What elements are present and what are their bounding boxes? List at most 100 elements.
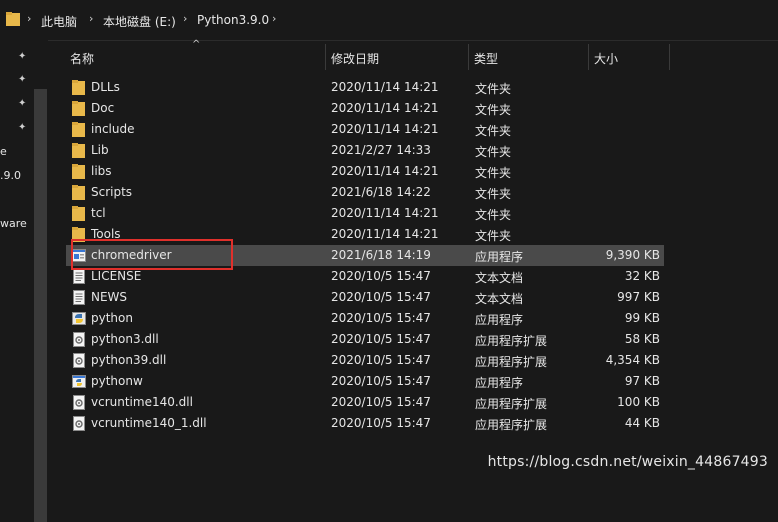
- file-type: 应用程序: [475, 250, 524, 264]
- file-name: libs: [91, 164, 112, 178]
- breadcrumb-this-pc[interactable]: 此电脑: [41, 13, 77, 30]
- file-row[interactable]: vcruntime140_1.dll 2020/10/5 15:47 应用程序扩展 4…: [66, 413, 664, 434]
- breadcrumb-drive[interactable]: 本地磁盘 (E:): [103, 13, 176, 30]
- file-row[interactable]: python 2020/10/5 15:47 应用程序 99 KB: [66, 308, 664, 329]
- file-type: 应用程序扩展: [475, 355, 548, 369]
- file-type: 应用程序扩展: [475, 397, 548, 411]
- sort-ascending-icon: ^: [192, 39, 201, 50]
- file-size: 97 KB: [624, 374, 660, 388]
- text-document-icon: [73, 290, 85, 305]
- column-divider[interactable]: [588, 44, 589, 70]
- folder-icon: [72, 164, 85, 179]
- file-date: 2021/2/27 14:33: [331, 143, 431, 157]
- address-bar[interactable]: › 此电脑 › 本地磁盘 (E:) › Python3.9.0 ›: [0, 0, 778, 41]
- column-header: ^ 名称 修改日期 类型 大小: [62, 39, 672, 72]
- file-date: 2020/10/5 15:47: [331, 416, 431, 430]
- file-type: 文件夹: [475, 166, 512, 180]
- file-row[interactable]: DLLs 2020/11/14 14:21 文件夹: [66, 77, 664, 98]
- file-size: 9,390 KB: [605, 248, 660, 262]
- file-row[interactable]: NEWS 2020/10/5 15:47 文本文档 997 KB: [66, 287, 664, 308]
- pin-icon[interactable]: ✦: [18, 51, 30, 63]
- pythonw-icon: [72, 375, 86, 388]
- file-type: 文本文档: [475, 292, 524, 306]
- dll-file-icon: [73, 416, 85, 431]
- file-date: 2020/10/5 15:47: [331, 353, 431, 367]
- file-date: 2020/11/14 14:21: [331, 206, 439, 220]
- dll-file-icon: [73, 332, 85, 347]
- file-row[interactable]: chromedriver 2021/6/18 14:19 应用程序 9,390 KB: [66, 245, 664, 266]
- file-row[interactable]: include 2020/11/14 14:21 文件夹: [66, 119, 664, 140]
- file-row[interactable]: python39.dll 2020/10/5 15:47 应用程序扩展 4,354 K…: [66, 350, 664, 371]
- breadcrumb-folder[interactable]: Python3.9.0: [197, 13, 269, 27]
- folder-icon: [72, 101, 85, 116]
- file-type: 文件夹: [475, 187, 512, 201]
- file-type: 文件夹: [475, 145, 512, 159]
- chevron-right-icon: ›: [89, 12, 94, 25]
- file-name: NEWS: [91, 290, 128, 304]
- column-date[interactable]: 修改日期: [331, 50, 379, 67]
- file-name: LICENSE: [91, 269, 142, 283]
- file-date: 2020/10/5 15:47: [331, 395, 431, 409]
- column-name[interactable]: 名称: [70, 50, 94, 67]
- navigation-pane: ✦ ✦ ✦ ✦ e .9.0 ware: [0, 40, 48, 522]
- file-row[interactable]: Tools 2020/11/14 14:21 文件夹: [66, 224, 664, 245]
- column-size[interactable]: 大小: [594, 50, 618, 67]
- nav-item-label[interactable]: e: [0, 145, 7, 158]
- file-row[interactable]: pythonw 2020/10/5 15:47 应用程序 97 KB: [66, 371, 664, 392]
- folder-icon: [72, 143, 85, 158]
- column-divider[interactable]: [669, 44, 670, 70]
- dll-file-icon: [73, 353, 85, 368]
- folder-icon: [72, 185, 85, 200]
- file-name: vcruntime140.dll: [91, 395, 193, 409]
- file-name: include: [91, 122, 135, 136]
- file-type: 文件夹: [475, 82, 512, 96]
- nav-item-label[interactable]: .9.0: [0, 169, 21, 182]
- file-type: 应用程序扩展: [475, 418, 548, 432]
- folder-icon: [72, 80, 85, 95]
- file-row[interactable]: Doc 2020/11/14 14:21 文件夹: [66, 98, 664, 119]
- file-date: 2020/10/5 15:47: [331, 332, 431, 346]
- file-date: 2020/10/5 15:47: [331, 374, 431, 388]
- file-name: pythonw: [91, 374, 143, 388]
- file-date: 2020/10/5 15:47: [331, 290, 431, 304]
- file-type: 文件夹: [475, 229, 512, 243]
- application-icon: [72, 249, 86, 262]
- folder-icon: [72, 122, 85, 137]
- file-name: python3.dll: [91, 332, 159, 346]
- file-row[interactable]: tcl 2020/11/14 14:21 文件夹: [66, 203, 664, 224]
- pin-icon[interactable]: ✦: [18, 74, 30, 86]
- file-type: 文本文档: [475, 271, 524, 285]
- text-document-icon: [73, 269, 85, 284]
- pin-icon[interactable]: ✦: [18, 122, 30, 134]
- chevron-right-icon: ›: [183, 12, 188, 25]
- pin-icon[interactable]: ✦: [18, 98, 30, 110]
- file-name: vcruntime140_1.dll: [91, 416, 207, 430]
- file-name: Tools: [91, 227, 121, 241]
- column-type[interactable]: 类型: [474, 50, 498, 67]
- file-row[interactable]: libs 2020/11/14 14:21 文件夹: [66, 161, 664, 182]
- chevron-right-icon: ›: [272, 12, 277, 25]
- file-row[interactable]: vcruntime140.dll 2020/10/5 15:47 应用程序扩展 100…: [66, 392, 664, 413]
- file-name: python39.dll: [91, 353, 167, 367]
- column-divider[interactable]: [325, 44, 326, 70]
- nav-scrollbar[interactable]: [34, 89, 47, 522]
- watermark: https://blog.csdn.net/weixin_44867493: [487, 454, 768, 470]
- folder-icon: [72, 206, 85, 221]
- nav-item-label[interactable]: ware: [0, 217, 27, 230]
- file-row[interactable]: Lib 2021/2/27 14:33 文件夹: [66, 140, 664, 161]
- file-date: 2020/11/14 14:21: [331, 164, 439, 178]
- column-divider[interactable]: [468, 44, 469, 70]
- file-date: 2020/10/5 15:47: [331, 311, 431, 325]
- file-size: 997 KB: [617, 290, 660, 304]
- file-row[interactable]: Scripts 2021/6/18 14:22 文件夹: [66, 182, 664, 203]
- file-row[interactable]: LICENSE 2020/10/5 15:47 文本文档 32 KB: [66, 266, 664, 287]
- file-type: 应用程序: [475, 313, 524, 327]
- file-type: 应用程序扩展: [475, 334, 548, 348]
- file-row[interactable]: python3.dll 2020/10/5 15:47 应用程序扩展 58 KB: [66, 329, 664, 350]
- file-date: 2020/11/14 14:21: [331, 80, 439, 94]
- file-type: 文件夹: [475, 124, 512, 138]
- file-size: 99 KB: [624, 311, 660, 325]
- file-date: 2020/11/14 14:21: [331, 122, 439, 136]
- file-name: chromedriver: [91, 248, 172, 262]
- file-type: 应用程序: [475, 376, 524, 390]
